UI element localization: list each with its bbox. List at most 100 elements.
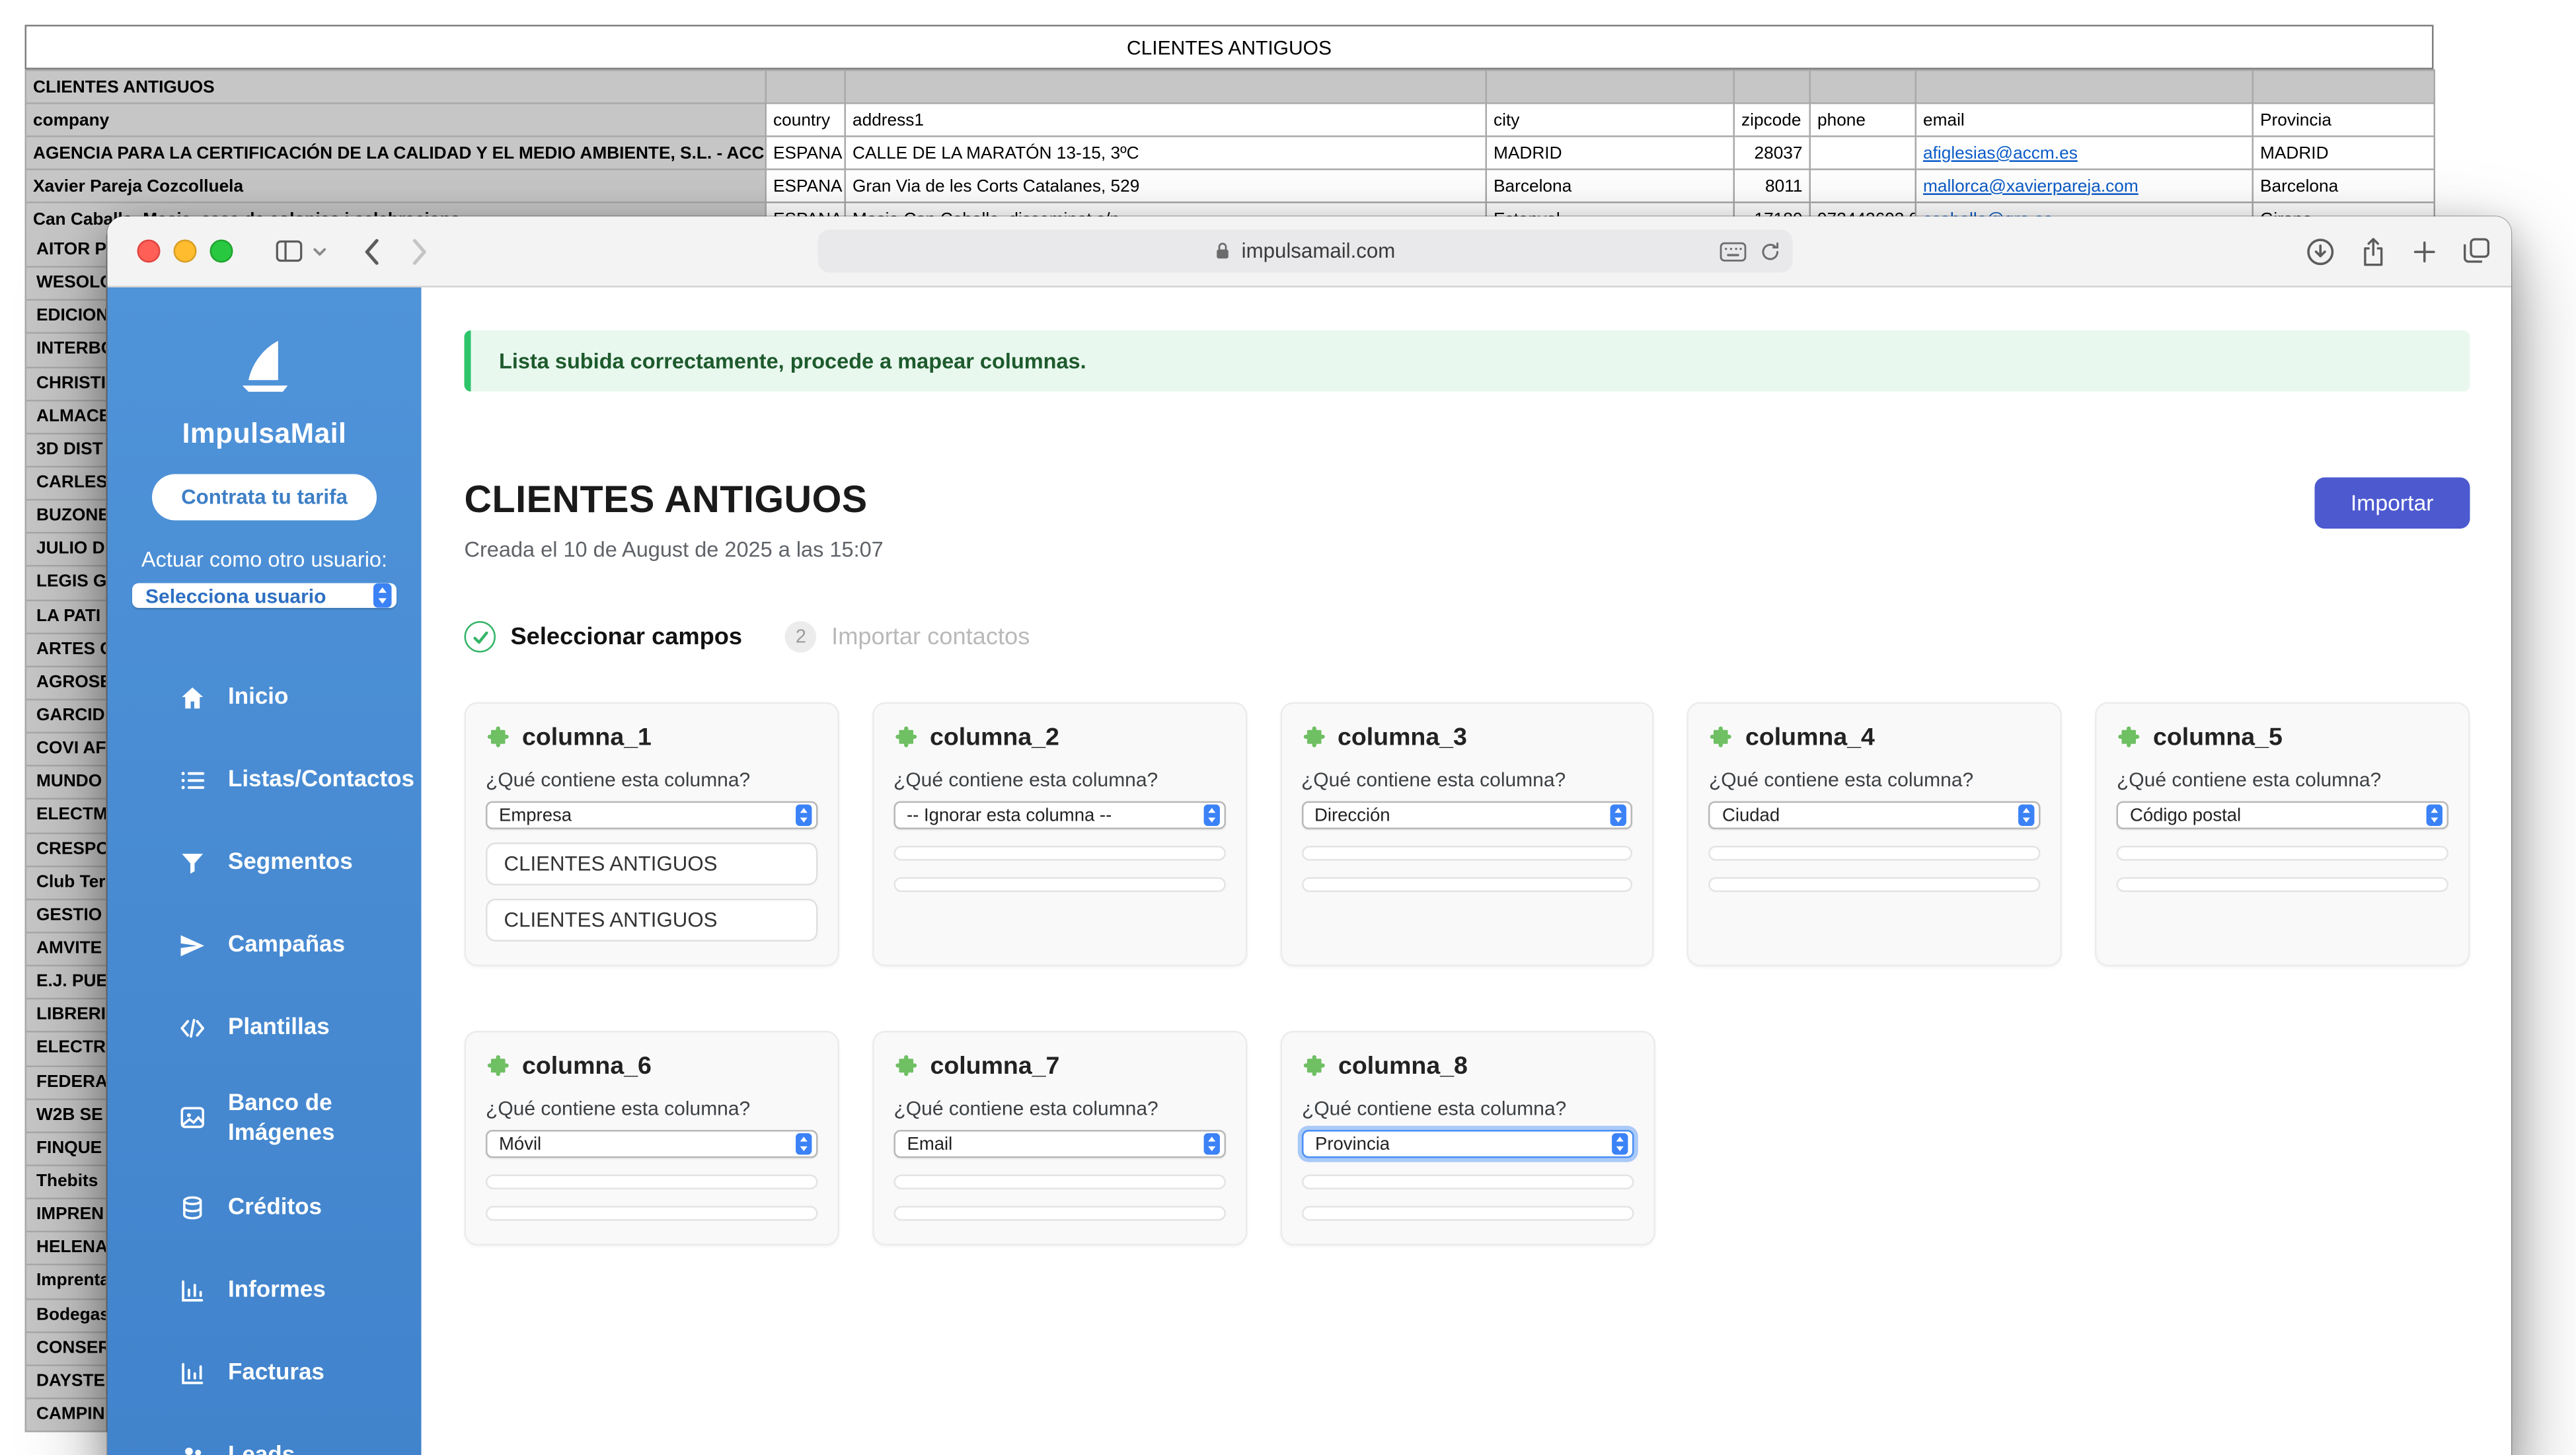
spreadsheet-company-cell[interactable]: ELECTR	[25, 1033, 108, 1066]
email-link[interactable]: mallorca@xavierpareja.com	[1923, 176, 2139, 196]
contrata-tarifa-button[interactable]: Contrata tu tarifa	[151, 474, 377, 521]
spreadsheet-company-cell[interactable]: ELECTM	[25, 800, 108, 833]
close-button[interactable]	[137, 240, 161, 263]
spreadsheet-header-cell[interactable]: phone	[1810, 103, 1916, 136]
user-select[interactable]: Selecciona usuario	[132, 583, 397, 609]
minimize-button[interactable]	[174, 240, 197, 263]
spreadsheet-company-cell[interactable]: CARLES	[25, 467, 108, 500]
sidebar-item-campanas[interactable]: Campañas	[108, 905, 422, 985]
forward-icon[interactable]	[410, 237, 428, 266]
spreadsheet-cell[interactable]: AGENCIA PARA LA CERTIFICACIÓN DE LA CALI…	[26, 136, 766, 169]
spreadsheet-company-cell[interactable]: CAMPIN	[25, 1399, 108, 1432]
column-type-select[interactable]: Provincia	[1302, 1130, 1634, 1158]
new-tab-icon[interactable]	[2411, 237, 2439, 266]
spreadsheet-cell[interactable]: Barcelona	[2253, 169, 2435, 202]
spreadsheet-cell[interactable]: CLIENTES ANTIGUOS	[26, 70, 766, 103]
spreadsheet-cell[interactable]	[2253, 70, 2435, 103]
zoom-button[interactable]	[210, 240, 233, 263]
address-bar[interactable]: impulsamail.com	[818, 230, 1793, 273]
spreadsheet-company-cell[interactable]: IMPREN	[25, 1199, 108, 1232]
sidebar-toggle-icon[interactable]	[274, 238, 304, 264]
spreadsheet-company-cell[interactable]: HELENA	[25, 1233, 108, 1266]
column-type-select[interactable]: Email	[894, 1130, 1227, 1158]
spreadsheet-company-cell[interactable]: MUNDO	[25, 767, 108, 800]
spreadsheet-cell[interactable]: CALLE DE LA MARATÓN 13-15, 3ºC	[845, 136, 1486, 169]
spreadsheet-company-cell[interactable]: AMVITE	[25, 933, 108, 966]
spreadsheet-company-cell[interactable]: EDICION	[25, 301, 108, 334]
spreadsheet-company-cell[interactable]: DAYSTE	[25, 1366, 108, 1399]
column-type-select[interactable]: -- Ignorar esta columna --	[893, 802, 1225, 830]
chevron-down-icon[interactable]	[313, 244, 328, 259]
spreadsheet-header-cell[interactable]: address1	[845, 103, 1486, 136]
sidebar-item-banco-de-imagenes[interactable]: Banco de Imágenes	[108, 1070, 422, 1165]
spreadsheet-header-cell[interactable]: Provincia	[2253, 103, 2435, 136]
spreadsheet-company-cell[interactable]: W2B SE	[25, 1100, 108, 1133]
downloads-icon[interactable]	[2305, 235, 2337, 267]
spreadsheet-company-cell[interactable]: GARCID	[25, 700, 108, 733]
sidebar-item-creditos[interactable]: Créditos	[108, 1168, 422, 1248]
spreadsheet-company-cell[interactable]: ARTES G	[25, 634, 108, 667]
sidebar-item-facturas[interactable]: Facturas	[108, 1333, 422, 1413]
spreadsheet-company-cell[interactable]: WESOLO	[25, 268, 108, 301]
spreadsheet-company-cell[interactable]: JULIO D	[25, 534, 108, 567]
spreadsheet-cell[interactable]	[1734, 70, 1810, 103]
sidebar-item-leads[interactable]: Leads	[108, 1416, 422, 1455]
column-type-select[interactable]: Móvil	[486, 1130, 818, 1158]
translate-icon[interactable]	[1720, 241, 1747, 262]
spreadsheet-company-cell[interactable]: INTERBO	[25, 334, 108, 367]
sidebar-item-informes[interactable]: Informes	[108, 1251, 422, 1330]
spreadsheet-cell[interactable]: afiglesias@accm.es	[1916, 136, 2253, 169]
spreadsheet-cell[interactable]	[845, 70, 1486, 103]
spreadsheet-cell[interactable]	[766, 70, 845, 103]
spreadsheet-header-cell[interactable]: email	[1916, 103, 2253, 136]
sidebar-item-inicio[interactable]: Inicio	[108, 657, 422, 737]
spreadsheet-company-cell[interactable]: Club Ter	[25, 867, 108, 900]
spreadsheet-cell[interactable]	[1810, 169, 1916, 202]
column-type-select[interactable]: Empresa	[486, 802, 817, 830]
importar-button[interactable]: Importar	[2314, 478, 2470, 529]
spreadsheet-company-cell[interactable]: FINQUE	[25, 1133, 108, 1166]
spreadsheet-cell[interactable]	[1810, 136, 1916, 169]
spreadsheet-cell[interactable]	[1486, 70, 1734, 103]
spreadsheet-company-cell[interactable]: LIBRERI	[25, 1000, 108, 1033]
spreadsheet-header-cell[interactable]: city	[1486, 103, 1734, 136]
column-type-select[interactable]: Código postal	[2117, 802, 2448, 830]
sidebar-item-segmentos[interactable]: Segmentos	[108, 823, 422, 902]
spreadsheet-company-cell[interactable]: LEGIS G	[25, 568, 108, 601]
spreadsheet-company-cell[interactable]: GESTIO	[25, 900, 108, 933]
spreadsheet-cell[interactable]: ESPANA	[766, 136, 845, 169]
sidebar-item-listas-contactos[interactable]: Listas/Contactos	[108, 740, 422, 819]
sidebar-item-plantillas[interactable]: Plantillas	[108, 988, 422, 1067]
spreadsheet-company-cell[interactable]: 3D DIST	[25, 434, 108, 467]
spreadsheet-company-cell[interactable]: FEDERA	[25, 1066, 108, 1100]
spreadsheet-cell[interactable]: mallorca@xavierpareja.com	[1916, 169, 2253, 202]
spreadsheet-cell[interactable]: Barcelona	[1486, 169, 1734, 202]
back-icon[interactable]	[363, 237, 382, 266]
spreadsheet-company-cell[interactable]: BUZONE	[25, 501, 108, 534]
spreadsheet-company-cell[interactable]: AGROSE	[25, 667, 108, 700]
spreadsheet-company-cell[interactable]: Thebits	[25, 1166, 108, 1199]
spreadsheet-company-cell[interactable]: CRESPO	[25, 833, 108, 866]
spreadsheet-company-cell[interactable]: AITOR P	[25, 235, 108, 268]
spreadsheet-cell[interactable]: ESPANA	[766, 169, 845, 202]
spreadsheet-company-cell[interactable]: E.J. PUE	[25, 967, 108, 1000]
spreadsheet-company-cell[interactable]: ALMACE	[25, 401, 108, 434]
email-link[interactable]: afiglesias@accm.es	[1923, 143, 2078, 163]
spreadsheet-company-cell[interactable]: CONSER	[25, 1333, 108, 1366]
spreadsheet-cell[interactable]	[1916, 70, 2253, 103]
spreadsheet-cell[interactable]	[1810, 70, 1916, 103]
spreadsheet-header-cell[interactable]: zipcode	[1734, 103, 1810, 136]
spreadsheet-cell[interactable]: 8011	[1734, 169, 1810, 202]
spreadsheet-cell[interactable]: 28037	[1734, 136, 1810, 169]
spreadsheet-header-cell[interactable]: country	[766, 103, 845, 136]
spreadsheet-cell[interactable]: Xavier Pareja Cozcolluela	[26, 169, 766, 202]
reload-icon[interactable]	[1760, 241, 1782, 262]
spreadsheet-cell[interactable]: Gran Via de les Corts Catalanes, 529	[845, 169, 1486, 202]
spreadsheet-company-cell[interactable]: CHRISTI	[25, 367, 108, 400]
spreadsheet-cell[interactable]: MADRID	[2253, 136, 2435, 169]
share-icon[interactable]	[2359, 235, 2388, 267]
spreadsheet-header-cell[interactable]: company	[26, 103, 766, 136]
column-type-select[interactable]: Dirección	[1301, 802, 1633, 830]
spreadsheet-company-cell[interactable]: COVI AF	[25, 733, 108, 766]
column-type-select[interactable]: Ciudad	[1709, 802, 2041, 830]
